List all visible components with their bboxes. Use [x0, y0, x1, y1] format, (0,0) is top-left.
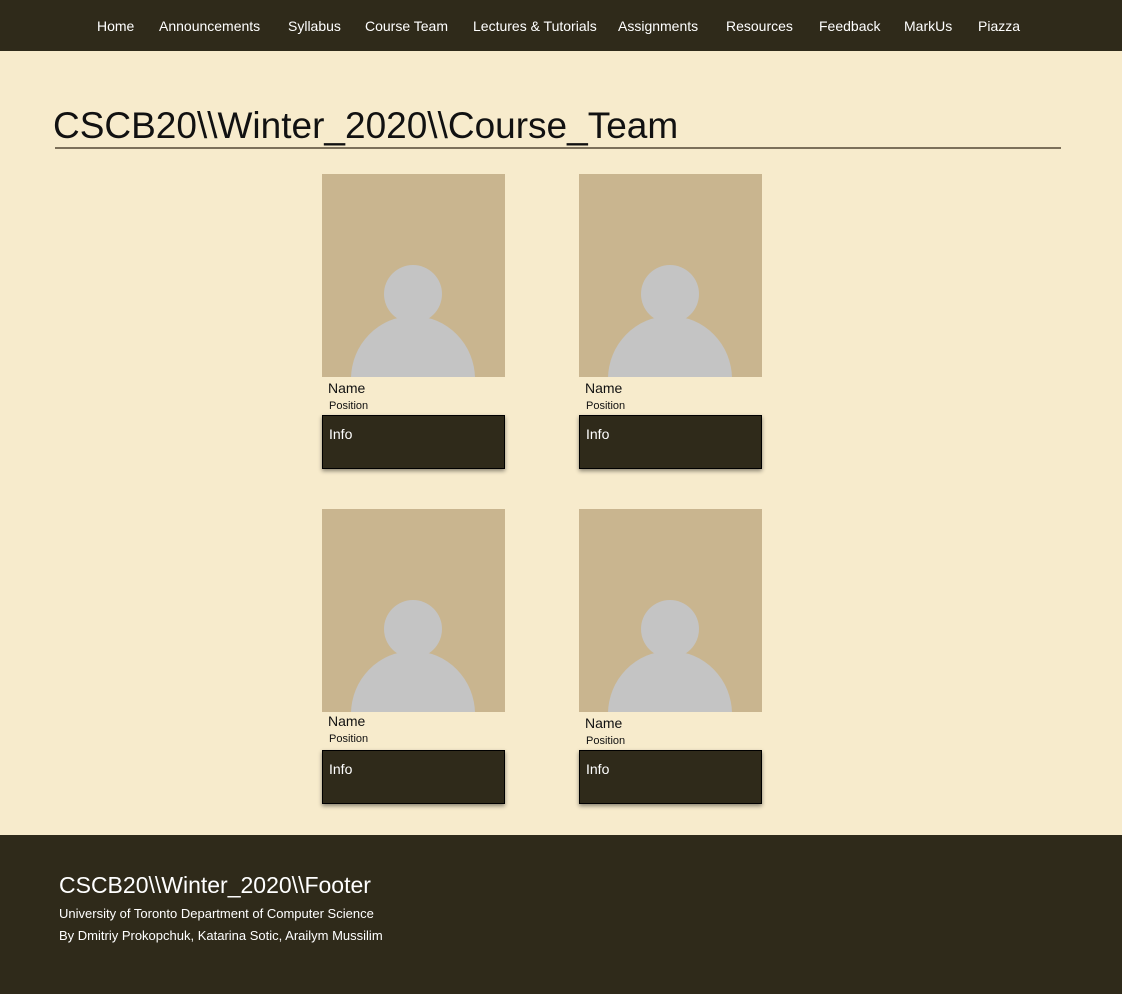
nav-resources[interactable]: Resources	[726, 17, 793, 35]
nav-lectures-tutorials[interactable]: Lectures & Tutorials	[473, 17, 597, 35]
nav-markus[interactable]: MarkUs	[904, 17, 952, 35]
avatar	[322, 174, 505, 377]
title-divider	[55, 147, 1061, 149]
nav-piazza[interactable]: Piazza	[978, 17, 1020, 35]
member-info-box[interactable]: Info	[579, 750, 762, 804]
member-name: Name	[328, 713, 366, 729]
page-footer: CSCB20\\Winter_2020\\Footer University o…	[0, 835, 1122, 994]
member-position: Position	[586, 400, 626, 412]
avatar	[579, 174, 762, 377]
member-info-label: Info	[586, 761, 610, 777]
nav-feedback[interactable]: Feedback	[819, 17, 880, 35]
member-position: Position	[329, 400, 369, 412]
nav-home[interactable]: Home	[97, 17, 134, 35]
member-name: Name	[328, 380, 366, 396]
member-info-box[interactable]: Info	[322, 415, 505, 469]
member-info-label: Info	[329, 761, 353, 777]
person-silhouette-icon	[608, 265, 732, 377]
member-name: Name	[585, 715, 623, 731]
top-nav: Home Announcements Syllabus Course Team …	[0, 0, 1122, 51]
person-silhouette-icon	[351, 265, 475, 377]
page-title: CSCB20\\Winter_2020\\Course_Team	[53, 105, 679, 146]
person-silhouette-icon	[351, 600, 475, 712]
member-position: Position	[329, 733, 369, 745]
member-info-label: Info	[586, 426, 610, 442]
member-info-box[interactable]: Info	[579, 415, 762, 469]
person-silhouette-icon	[608, 600, 732, 712]
avatar	[579, 509, 762, 712]
member-info-label: Info	[329, 426, 353, 442]
footer-department: University of Toronto Department of Comp…	[59, 906, 374, 921]
nav-syllabus[interactable]: Syllabus	[288, 17, 341, 35]
nav-course-team[interactable]: Course Team	[365, 17, 448, 35]
member-name: Name	[585, 380, 623, 396]
nav-assignments[interactable]: Assignments	[618, 17, 698, 35]
member-info-box[interactable]: Info	[322, 750, 505, 804]
nav-announcements[interactable]: Announcements	[159, 17, 260, 35]
avatar	[322, 509, 505, 712]
member-position: Position	[586, 735, 626, 747]
footer-authors: By Dmitriy Prokopchuk, Katarina Sotic, A…	[59, 928, 383, 943]
footer-title: CSCB20\\Winter_2020\\Footer	[59, 872, 371, 898]
